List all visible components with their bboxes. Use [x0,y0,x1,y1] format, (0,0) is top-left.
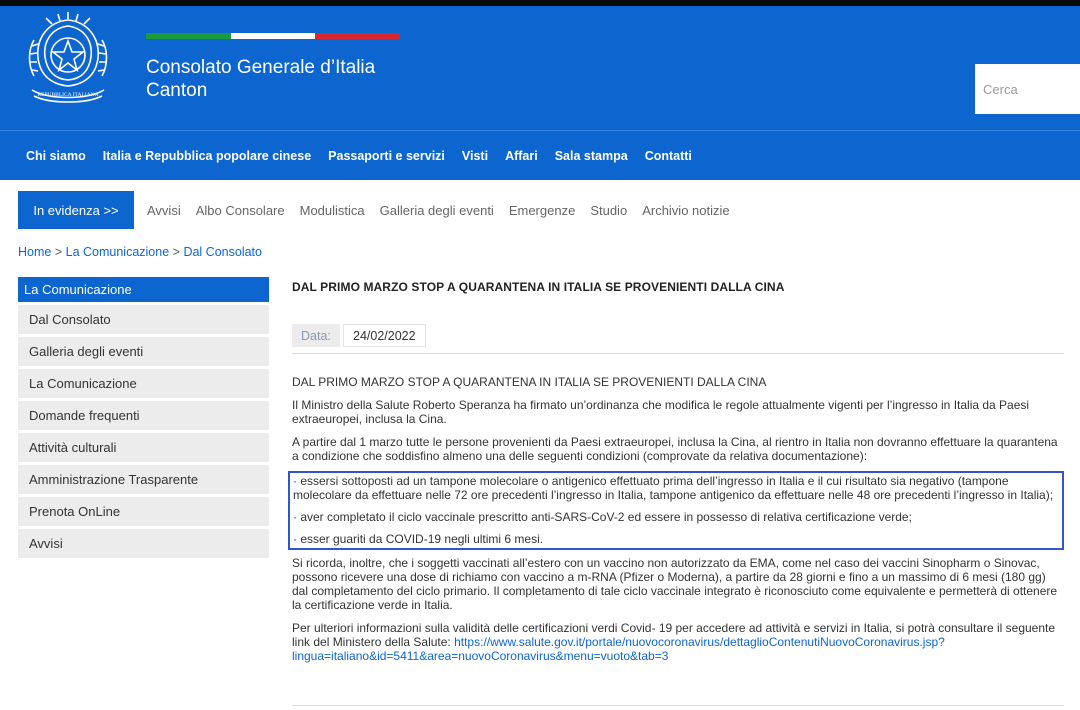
flag-green [146,33,231,39]
sidebar-item-attivita-culturali[interactable]: Attività culturali [18,433,269,462]
nav-visti[interactable]: Visti [462,149,488,163]
nav-italia-e-repubblica-popolare-cinese[interactable]: Italia e Repubblica popolare cinese [103,149,311,163]
emblem-icon[interactable]: REPUBBLICA ITALIANA [18,10,118,104]
article-paragraph-with-link: Per ulteriori informazioni sulla validit… [292,621,1064,663]
sidebar-item-la-comunicazione[interactable]: La Comunicazione [18,369,269,398]
article-title: DAL PRIMO MARZO STOP A QUARANTENA IN ITA… [292,280,785,294]
subnav-archivio-notizie[interactable]: Archivio notizie [642,203,729,218]
site-title-line2: Canton [146,80,208,101]
sidebar-item-avvisi[interactable]: Avvisi [18,529,269,558]
italian-flag-stripe [146,33,401,39]
article-paragraph: A partire dal 1 marzo tutte le persone p… [292,435,1058,463]
sidebar-header-la-comunicazione[interactable]: La Comunicazione [18,277,269,302]
site-title-line1: Consolato Generale d’Italia [146,57,376,78]
subnav-albo-consolare[interactable]: Albo Consolare [196,203,285,218]
subnav-avvisi[interactable]: Avvisi [147,203,181,218]
breadcrumb-separator: > [172,245,180,259]
breadcrumb-la-comunicazione[interactable]: La Comunicazione [66,245,170,259]
condition-item: · aver completato il ciclo vaccinale pre… [293,510,912,524]
nav-sala-stampa[interactable]: Sala stampa [555,149,628,163]
sidebar-item-prenota-online[interactable]: Prenota OnLine [18,497,269,526]
site-header: REPUBBLICA ITALIANA Consolato Generale d… [0,6,1080,130]
flag-white [230,33,316,39]
article-paragraph-heading: DAL PRIMO MARZO STOP A QUARANTENA IN ITA… [292,375,767,389]
breadcrumb-separator: > [54,245,63,259]
conditions-highlight-box: · essersi sottoposti ad un tampone molec… [288,471,1064,550]
article-date-row: Data: 24/02/2022 [292,324,1064,354]
in-evidenza-button[interactable]: In evidenza >> [18,191,134,229]
article-body: DAL PRIMO MARZO STOP A QUARANTENA IN ITA… [288,375,1064,672]
main-navigation: Chi siamo Italia e Repubblica popolare c… [0,130,1080,180]
article-paragraph: Il Ministro della Salute Roberto Speranz… [292,398,1030,426]
subnav-modulistica[interactable]: Modulistica [300,203,365,218]
breadcrumb: Home > La Comunicazione > Dal Consolato [18,245,262,259]
emblem-text: REPUBBLICA ITALIANA [37,92,98,98]
sub-navigation: Avvisi Albo Consolare Modulistica Galler… [147,191,745,229]
nav-passaporti-e-servizi[interactable]: Passaporti e servizi [328,149,445,163]
nav-affari[interactable]: Affari [505,149,538,163]
sidebar-item-domande-frequenti[interactable]: Domande frequenti [18,401,269,430]
sidebar: La Comunicazione Dal Consolato Galleria … [18,277,269,561]
site-title[interactable]: Consolato Generale d’Italia Canton [146,56,375,102]
sidebar-item-galleria-degli-eventi[interactable]: Galleria degli eventi [18,337,269,366]
subnav-galleria-degli-eventi[interactable]: Galleria degli eventi [380,203,494,218]
article-content: DAL PRIMO MARZO STOP A QUARANTENA IN ITA… [288,277,1064,663]
nav-chi-siamo[interactable]: Chi siamo [26,149,86,163]
condition-item: · esser guariti da COVID-19 negli ultimi… [293,532,544,546]
flag-red [315,33,401,39]
nav-contatti[interactable]: Contatti [645,149,692,163]
content-bottom-divider [292,705,1064,706]
breadcrumb-home[interactable]: Home [18,245,51,259]
breadcrumb-dal-consolato[interactable]: Dal Consolato [183,245,262,259]
date-value: 24/02/2022 [343,324,426,347]
subnav-emergenze[interactable]: Emergenze [509,203,575,218]
search-input[interactable] [975,64,1080,114]
date-label: Data: [292,324,340,347]
sidebar-item-amministrazione-trasparente[interactable]: Amministrazione Trasparente [18,465,269,494]
article-paragraph: Si ricorda, inoltre, che i soggetti vacc… [292,556,1058,612]
condition-item: · essersi sottoposti ad un tampone molec… [293,474,1054,502]
sidebar-item-dal-consolato[interactable]: Dal Consolato [18,305,269,334]
subnav-studio[interactable]: Studio [590,203,627,218]
